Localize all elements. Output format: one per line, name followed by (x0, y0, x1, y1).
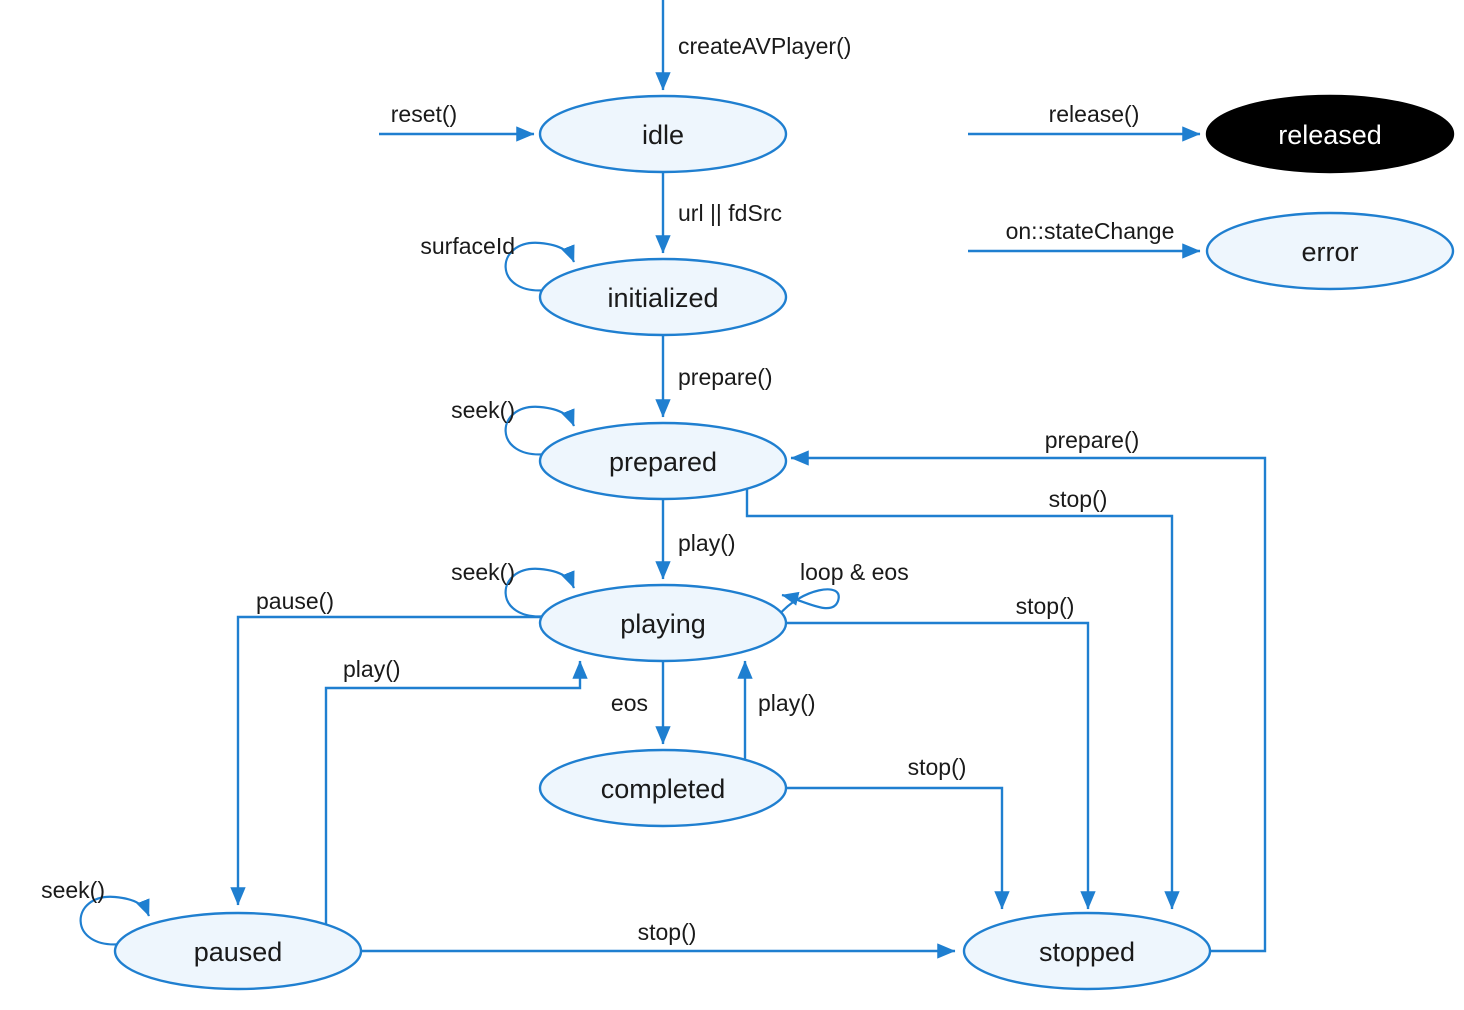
state-node-playing[interactable]: playing (538, 583, 788, 663)
edge-label-release: release() (1049, 101, 1140, 127)
state-diagram-canvas: createAVPlayer() reset() url || fdSrc su… (0, 0, 1464, 1010)
edge-label-seek-prepared: seek() (451, 397, 515, 423)
edge-loop-eos-selfloop (778, 588, 840, 616)
edge-label-play: play() (678, 530, 736, 556)
edge-prepare-from-stopped (790, 450, 1267, 953)
state-node-paused[interactable]: paused (113, 911, 363, 991)
state-label-initialized: initialized (607, 283, 718, 313)
state-node-released[interactable]: released (1205, 94, 1455, 174)
state-label-stopped: stopped (1039, 937, 1135, 967)
avplayer-state-machine-svg: createAVPlayer() reset() url || fdSrc su… (41, 0, 1455, 991)
state-label-completed: completed (601, 774, 726, 804)
edge-label-prepare-from-stopped: prepare() (1045, 427, 1140, 453)
state-node-idle[interactable]: idle (538, 94, 788, 174)
state-label-playing: playing (620, 609, 706, 639)
edge-label-pause: pause() (256, 588, 334, 614)
edge-label-eos: eos (611, 690, 648, 716)
edge-label-seek-paused: seek() (41, 877, 105, 903)
edge-label-loop-eos: loop & eos (800, 559, 909, 585)
state-node-error[interactable]: error (1205, 211, 1455, 291)
edge-label-stop-from-prepared: stop() (1049, 486, 1108, 512)
edge-label-reset: reset() (391, 101, 457, 127)
state-label-paused: paused (194, 937, 283, 967)
state-label-error: error (1301, 237, 1358, 267)
edge-label-url-fdsrc: url || fdSrc (678, 200, 782, 226)
edge-label-seek-playing: seek() (451, 559, 515, 585)
edge-label-create-avplayer: createAVPlayer() (678, 33, 851, 59)
edge-label-stop-from-paused: stop() (638, 919, 697, 945)
state-node-initialized[interactable]: initialized (538, 257, 788, 337)
state-node-completed[interactable]: completed (538, 748, 788, 828)
state-node-stopped[interactable]: stopped (962, 911, 1212, 991)
edge-label-play-from-completed: play() (758, 690, 816, 716)
states-layer: idle initialized prepared playing comple… (113, 94, 1455, 991)
state-label-idle: idle (642, 120, 684, 150)
edge-label-on-statechange: on::stateChange (1006, 218, 1175, 244)
state-node-prepared[interactable]: prepared (538, 421, 788, 501)
edge-label-surfaceid: surfaceId (420, 233, 515, 259)
state-label-released: released (1278, 120, 1382, 150)
edge-label-stop-from-completed: stop() (908, 754, 967, 780)
edge-label-stop-from-playing: stop() (1016, 593, 1075, 619)
edge-stop-from-completed (786, 786, 1010, 910)
state-label-prepared: prepared (609, 447, 717, 477)
edge-label-play-from-paused: play() (343, 656, 401, 682)
edge-label-prepare: prepare() (678, 364, 773, 390)
